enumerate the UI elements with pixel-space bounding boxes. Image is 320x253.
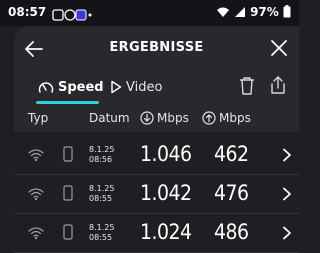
chevron-right-icon[interactable] <box>282 148 292 162</box>
status-bar: 08:57 97% <box>0 0 299 26</box>
close-icon[interactable] <box>269 38 289 58</box>
chevron-right-icon[interactable] <box>282 226 292 240</box>
result-row[interactable]: 8.1.25 08:55 1.024 486 <box>14 214 299 253</box>
notification-icons <box>52 9 92 21</box>
result-date-time: 08:55 <box>89 233 113 242</box>
wifi-icon <box>28 149 44 162</box>
active-tab-indicator <box>36 101 99 104</box>
status-notification-icons <box>52 6 92 21</box>
column-date: Datum <box>89 111 130 125</box>
tab-speed[interactable]: Speed <box>38 72 104 102</box>
trash-icon[interactable] <box>238 76 256 96</box>
column-upload: Mbps <box>202 111 251 125</box>
result-date-time: 08:56 <box>89 155 113 164</box>
result-download: 1.046 <box>140 142 192 166</box>
page-title: ERGEBNISSE <box>109 40 204 55</box>
result-date: 8.1.25 08:55 <box>89 184 114 204</box>
download-arrow-icon <box>140 111 154 125</box>
upload-arrow-icon <box>202 111 216 125</box>
status-time: 08:57 <box>8 5 47 19</box>
chevron-right-icon[interactable] <box>282 187 292 201</box>
result-row[interactable]: 8.1.25 08:56 1.046 462 <box>14 136 299 175</box>
battery-icon <box>283 5 291 18</box>
result-upload: 462 <box>214 142 249 166</box>
phone-icon <box>63 146 73 162</box>
column-download: Mbps <box>140 111 189 125</box>
result-date: 8.1.25 08:56 <box>89 145 114 165</box>
tab-speed-label: Speed <box>58 79 104 95</box>
share-icon[interactable] <box>269 75 287 95</box>
result-date: 8.1.25 08:55 <box>89 223 114 243</box>
wifi-icon <box>28 227 44 240</box>
signal-icon <box>234 7 245 17</box>
result-date-day: 8.1.25 <box>89 145 115 154</box>
result-download: 1.024 <box>140 220 192 244</box>
tab-video-label: Video <box>126 79 163 95</box>
result-date-time: 08:55 <box>89 194 113 203</box>
column-upload-label: Mbps <box>219 111 251 125</box>
wifi-status-icon <box>216 7 229 17</box>
speedometer-icon <box>38 82 54 93</box>
result-row[interactable]: 8.1.25 08:55 1.042 476 <box>14 175 299 214</box>
battery-percent: 97% <box>250 5 279 19</box>
phone-icon <box>63 224 73 240</box>
tab-bar: Speed Video <box>14 72 299 108</box>
result-download: 1.042 <box>140 181 192 205</box>
column-download-label: Mbps <box>157 111 189 125</box>
column-header-row: Typ Datum Mbps Mbps <box>14 108 299 132</box>
status-right: 97% <box>216 5 291 19</box>
result-date-day: 8.1.25 <box>89 184 115 193</box>
column-type: Typ <box>28 111 49 125</box>
tab-video[interactable]: Video <box>110 72 162 102</box>
phone-icon <box>63 185 73 201</box>
wifi-icon <box>28 188 44 201</box>
result-upload: 486 <box>214 220 249 244</box>
result-date-day: 8.1.25 <box>89 223 115 232</box>
header: ERGEBNISSE <box>14 26 299 72</box>
result-upload: 476 <box>214 181 249 205</box>
play-icon <box>111 80 122 94</box>
